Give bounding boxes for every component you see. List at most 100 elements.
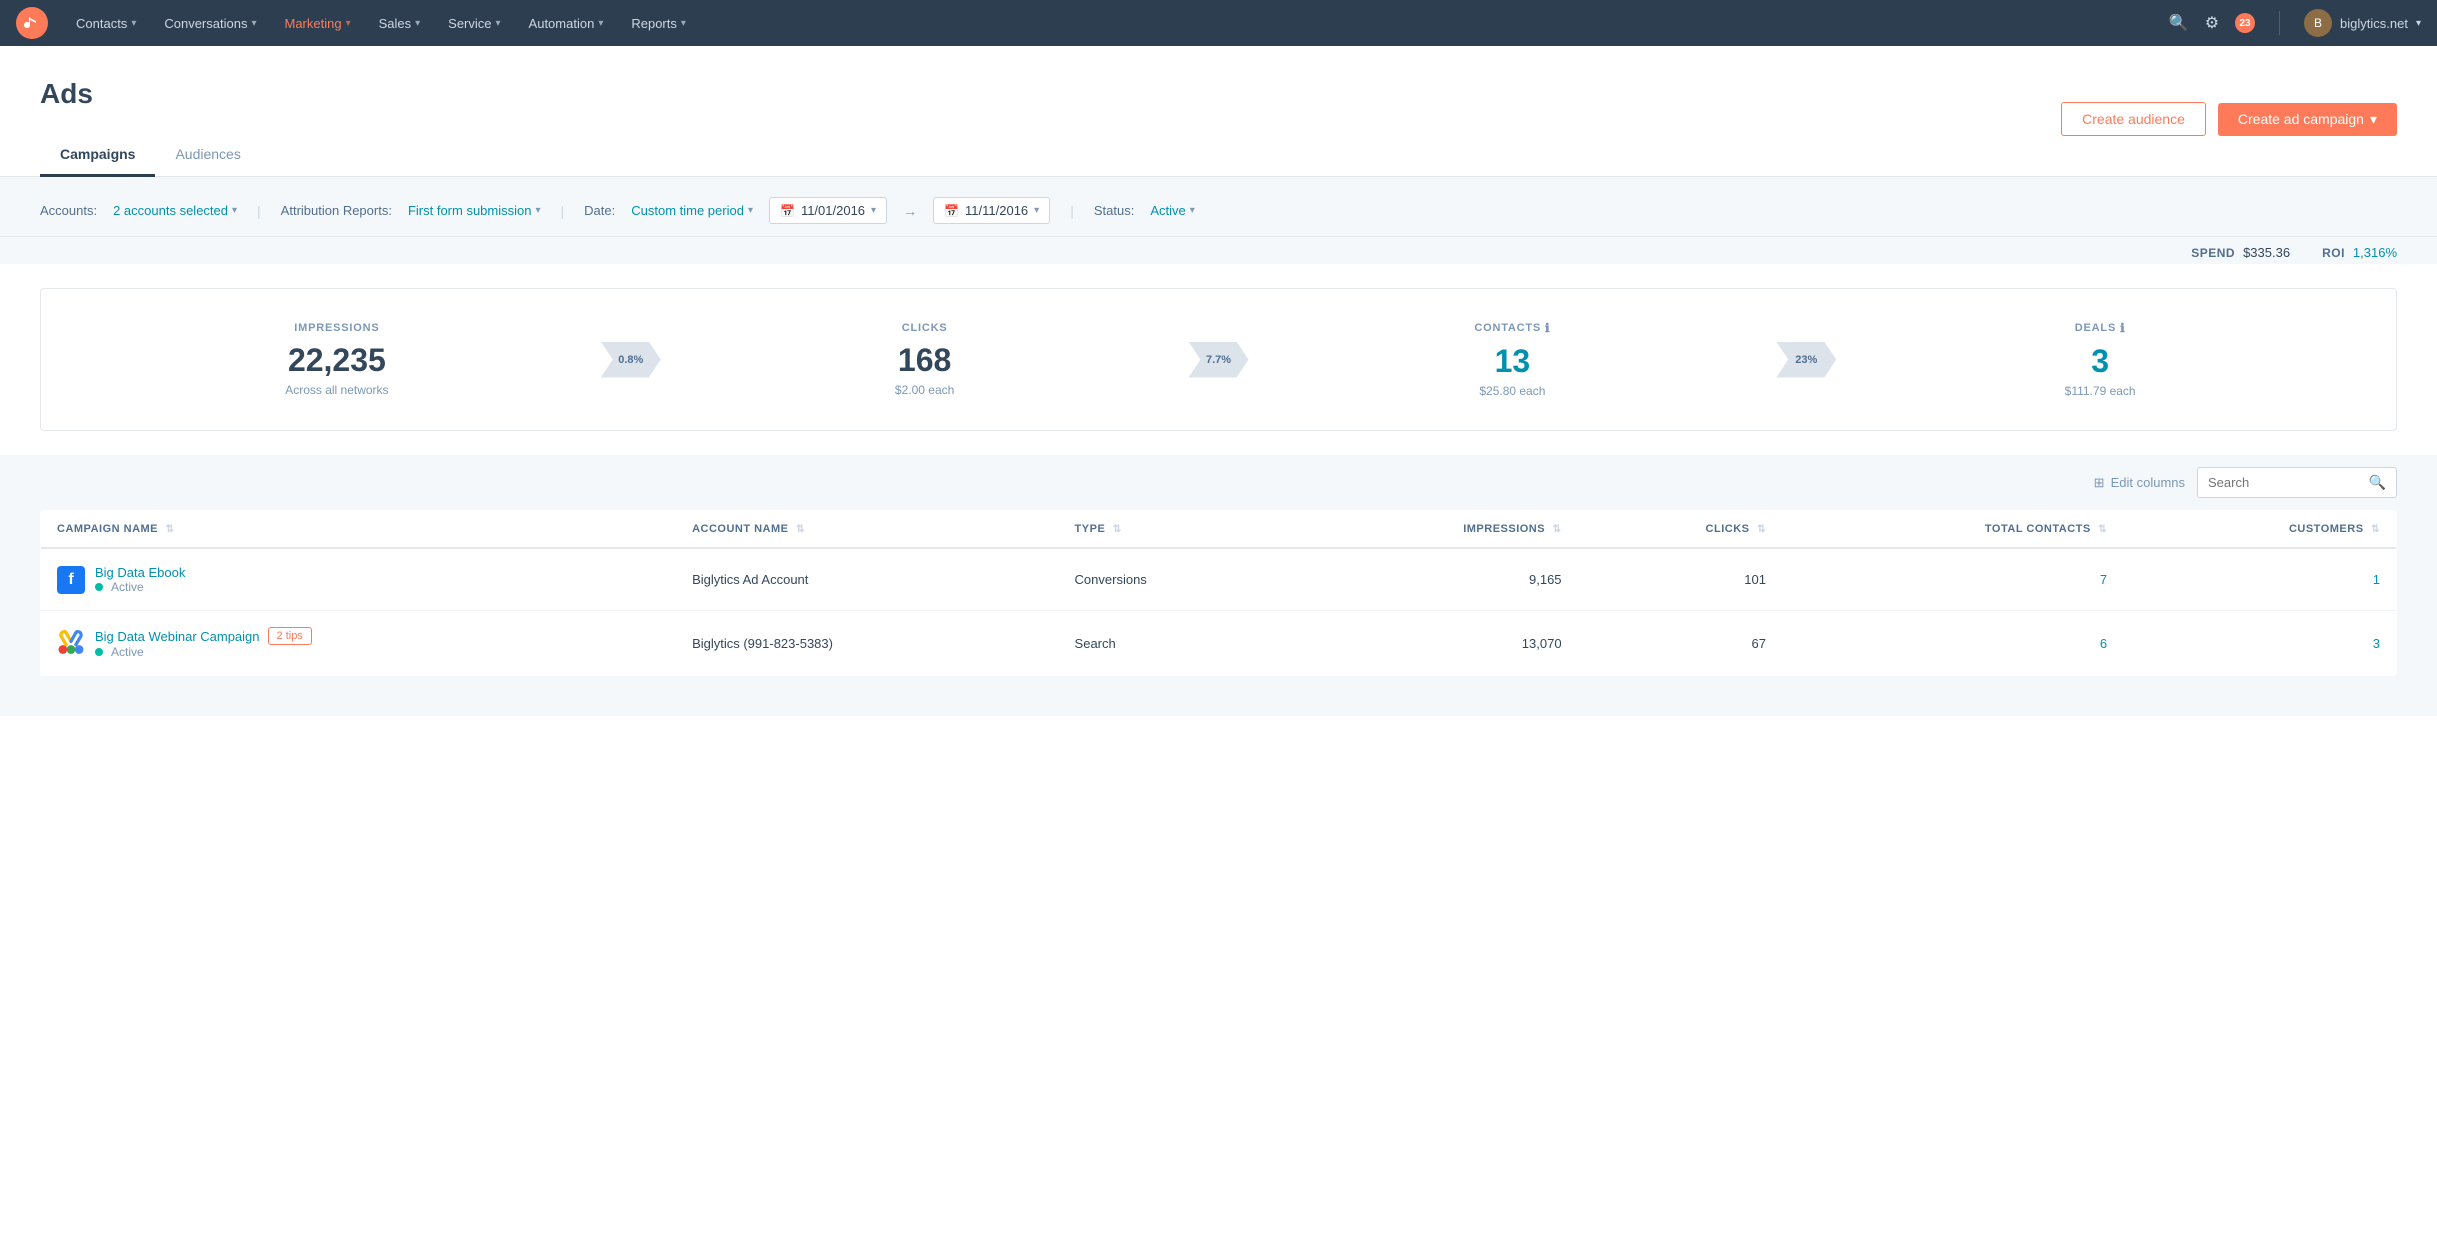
table-header: CAMPAIGN NAME ⇅ ACCOUNT NAME ⇅ TYPE ⇅ IM… <box>41 511 2397 549</box>
user-chevron-icon: ▾ <box>2416 18 2421 29</box>
campaign-link[interactable]: Big Data Webinar Campaign <box>95 629 260 644</box>
columns-icon: ⊞ <box>2094 475 2105 491</box>
clicks-cell: 101 <box>1578 548 1782 611</box>
date-from-picker[interactable]: 📅 11/01/2016 ▾ <box>769 197 887 224</box>
account-name-cell: Biglytics (991-823-5383) <box>676 611 1058 676</box>
date-to-picker[interactable]: 📅 11/11/2016 ▾ <box>933 197 1050 224</box>
contacts-cell: 7 <box>1782 548 2123 611</box>
nav-marketing[interactable]: Marketing ▾ <box>272 0 362 46</box>
facebook-icon: f <box>57 566 85 594</box>
campaigns-table: CAMPAIGN NAME ⇅ ACCOUNT NAME ⇅ TYPE ⇅ IM… <box>40 510 2397 676</box>
sort-icon[interactable]: ⇅ <box>2371 524 2380 535</box>
table-row: f Big Data Ebook Active Biglytics Ad Acc… <box>41 548 2397 611</box>
search-input[interactable] <box>2208 475 2361 490</box>
search-box: 🔍 <box>2197 467 2397 498</box>
filter-row: Accounts: 2 accounts selected ▾ | Attrib… <box>40 197 2397 224</box>
deals-stat: DEALS ℹ 3 $111.79 each <box>1844 321 2356 398</box>
dropdown-arrow-icon: ▾ <box>2370 111 2377 128</box>
calendar-icon: 📅 <box>780 204 795 218</box>
sort-icon[interactable]: ⇅ <box>2098 524 2107 535</box>
nav-divider <box>2279 11 2280 35</box>
search-icon[interactable]: 🔍 <box>2169 13 2189 33</box>
th-campaign-name: CAMPAIGN NAME ⇅ <box>41 511 677 549</box>
attribution-chevron-icon: ▾ <box>535 205 540 216</box>
status-active-dot <box>95 583 103 591</box>
nav-automation[interactable]: Automation ▾ <box>517 0 616 46</box>
status-active-dot <box>95 648 103 656</box>
nav-reports[interactable]: Reports ▾ <box>619 0 698 46</box>
date-chevron-icon: ▾ <box>748 205 753 216</box>
campaign-link[interactable]: Big Data Ebook <box>95 565 185 580</box>
contacts-cell: 6 <box>1782 611 2123 676</box>
clicks-stat: CLICKS 168 $2.00 each <box>669 322 1181 397</box>
campaign-status: Active <box>95 645 312 659</box>
chevron-icon: ▾ <box>251 18 256 29</box>
impressions-arrow: 0.8% <box>601 342 661 378</box>
chevron-icon: ▾ <box>415 18 420 29</box>
sort-icon[interactable]: ⇅ <box>1553 524 1562 535</box>
edit-columns-button[interactable]: ⊞ Edit columns <box>2094 475 2185 491</box>
th-customers: CUSTOMERS ⇅ <box>2123 511 2396 549</box>
page-title-area: Ads Campaigns Audiences <box>40 78 261 176</box>
create-campaign-button[interactable]: Create ad campaign ▾ <box>2218 103 2397 136</box>
top-navigation: Contacts ▾ Conversations ▾ Marketing ▾ S… <box>0 0 2437 46</box>
deals-label: DEALS ℹ <box>1844 321 2356 335</box>
spend-metric: SPEND $335.36 <box>2191 245 2290 260</box>
settings-icon[interactable]: ⚙ <box>2205 13 2219 33</box>
tab-campaigns[interactable]: Campaigns <box>40 134 155 177</box>
impressions-cell: 9,165 <box>1289 548 1577 611</box>
th-impressions: IMPRESSIONS ⇅ <box>1289 511 1577 549</box>
header-actions: Create audience Create ad campaign ▾ <box>2061 102 2397 136</box>
sort-icon[interactable]: ⇅ <box>796 524 805 535</box>
sort-icon[interactable]: ⇅ <box>166 524 175 535</box>
date-dropdown[interactable]: Custom time period ▾ <box>631 203 753 218</box>
clicks-sub: $2.00 each <box>669 383 1181 397</box>
date-range-arrow-icon: → <box>903 203 917 219</box>
hubspot-logo[interactable] <box>16 7 48 39</box>
table-row: Big Data Webinar Campaign 2 tips Active … <box>41 611 2397 676</box>
nav-conversations[interactable]: Conversations ▾ <box>152 0 268 46</box>
th-total-contacts: TOTAL CONTACTS ⇅ <box>1782 511 2123 549</box>
clicks-value: 168 <box>669 342 1181 379</box>
chevron-icon: ▾ <box>496 18 501 29</box>
user-avatar: B <box>2304 9 2332 37</box>
calendar-icon: 📅 <box>944 204 959 218</box>
search-icon: 🔍 <box>2369 474 2386 491</box>
account-name-cell: Biglytics Ad Account <box>676 548 1058 611</box>
nav-icons-group: 🔍 ⚙ 23 B biglytics.net ▾ <box>2169 9 2421 37</box>
chevron-icon: ▾ <box>131 18 136 29</box>
contacts-sub: $25.80 each <box>1257 384 1769 398</box>
tab-audiences[interactable]: Audiences <box>155 134 260 177</box>
tip-badge[interactable]: 2 tips <box>268 627 312 645</box>
metrics-row: SPEND $335.36 ROI 1,316% <box>0 237 2437 264</box>
th-account-name: ACCOUNT NAME ⇅ <box>676 511 1058 549</box>
impressions-label: IMPRESSIONS <box>81 322 593 334</box>
impressions-stat: IMPRESSIONS 22,235 Across all networks <box>81 322 593 397</box>
create-audience-button[interactable]: Create audience <box>2061 102 2206 136</box>
nav-service[interactable]: Service ▾ <box>436 0 512 46</box>
sort-icon[interactable]: ⇅ <box>1113 524 1122 535</box>
contacts-value: 13 <box>1257 343 1769 380</box>
status-chevron-icon: ▾ <box>1190 205 1195 216</box>
impressions-sub: Across all networks <box>81 383 593 397</box>
contacts-info-icon[interactable]: ℹ <box>1545 321 1550 335</box>
accounts-dropdown[interactable]: 2 accounts selected ▾ <box>113 203 237 218</box>
status-label: Status: <box>1094 203 1134 218</box>
page-title: Ads <box>40 78 261 110</box>
impressions-cell: 13,070 <box>1289 611 1577 676</box>
th-type: TYPE ⇅ <box>1059 511 1290 549</box>
type-cell: Conversions <box>1059 548 1290 611</box>
customers-cell: 3 <box>2123 611 2396 676</box>
deals-info-icon[interactable]: ℹ <box>2120 321 2125 335</box>
filter-bar: Accounts: 2 accounts selected ▾ | Attrib… <box>0 177 2437 237</box>
sort-icon[interactable]: ⇅ <box>1757 524 1766 535</box>
user-menu[interactable]: B biglytics.net ▾ <box>2304 9 2421 37</box>
accounts-chevron-icon: ▾ <box>232 205 237 216</box>
nav-sales[interactable]: Sales ▾ <box>367 0 433 46</box>
status-dropdown[interactable]: Active ▾ <box>1150 203 1194 218</box>
roi-metric: ROI 1,316% <box>2322 245 2397 260</box>
campaign-name-cell: f Big Data Ebook Active <box>41 548 677 611</box>
attribution-dropdown[interactable]: First form submission ▾ <box>408 203 541 218</box>
nav-contacts[interactable]: Contacts ▾ <box>64 0 148 46</box>
notifications-badge[interactable]: 23 <box>2235 13 2255 33</box>
